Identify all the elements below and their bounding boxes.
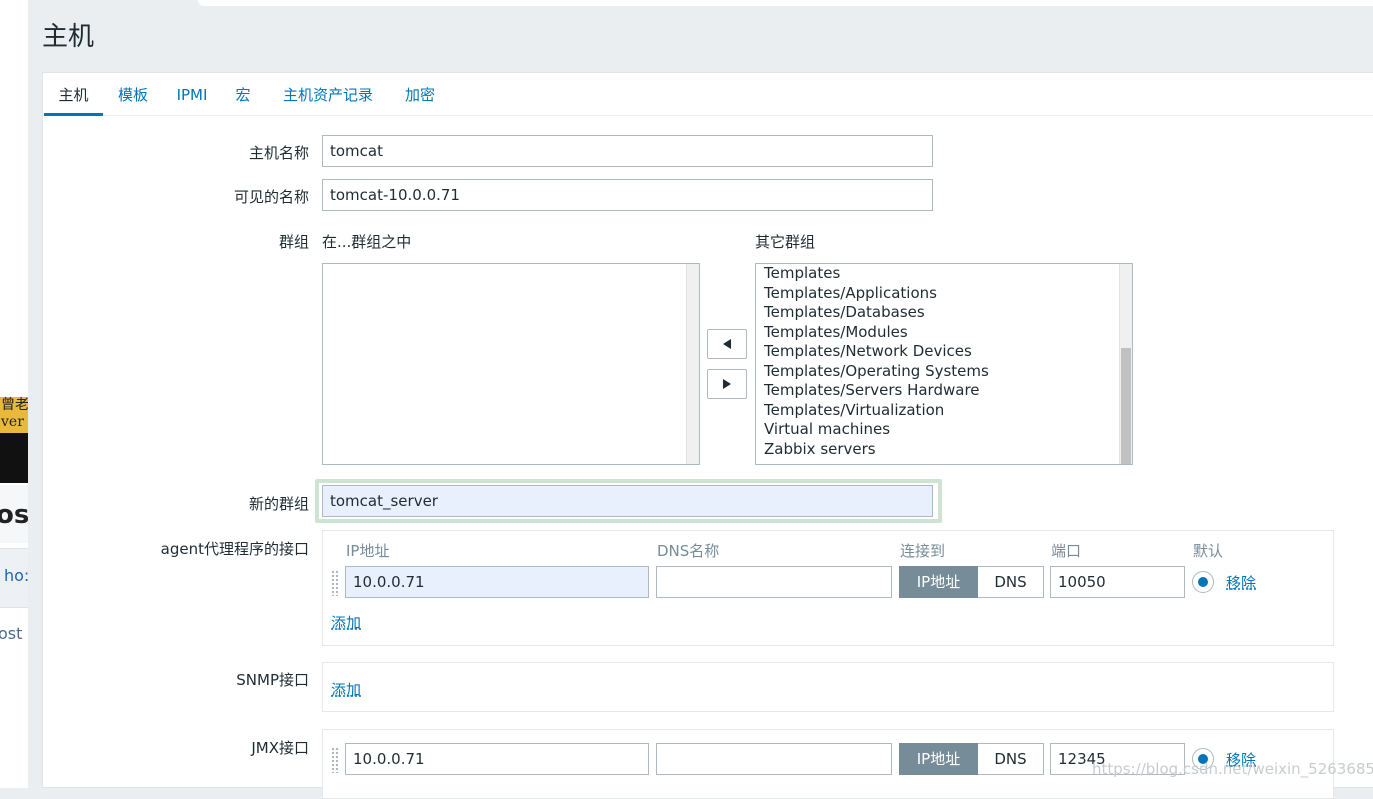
agent-add-link[interactable]: 添加 [331, 612, 361, 633]
banner-text-1: 曾老 [1, 397, 28, 413]
listbox-scrollbar[interactable] [1119, 264, 1132, 464]
page-title: 主机 [42, 22, 95, 52]
drag-handle-icon[interactable] [331, 570, 339, 596]
column-default: 默认 [1193, 542, 1224, 560]
agent-interfaces-label: agent代理程序的接口 [160, 540, 309, 558]
tab-host[interactable]: 主机 [44, 73, 103, 116]
other-groups-label: 其它群组 [755, 233, 816, 251]
banner-text-2: ver / [1, 414, 28, 430]
scrollbar-thumb[interactable] [1121, 348, 1131, 464]
group-option[interactable]: Templates/Network Devices [764, 342, 972, 362]
background-link: ost [0, 624, 23, 643]
group-option[interactable]: Templates [764, 264, 840, 284]
move-right-button[interactable] [707, 369, 747, 399]
jmx-connect-toggle: IP地址 DNS [899, 743, 1044, 775]
host-name-label: 主机名称 [248, 144, 309, 162]
snmp-interfaces-label: SNMP接口 [236, 671, 309, 689]
new-group-input[interactable]: tomcat_server [322, 485, 933, 517]
new-group-label: 新的群组 [248, 495, 309, 513]
jmx-dns-input[interactable] [656, 743, 892, 775]
column-port: 端口 [1051, 542, 1082, 560]
group-option[interactable]: Templates/Databases [764, 303, 925, 323]
groups-label: 群组 [278, 233, 309, 251]
tab-templates[interactable]: 模板 [113, 73, 153, 113]
visible-name-label: 可见的名称 [233, 188, 309, 206]
tab-ipmi[interactable]: IPMI [171, 73, 213, 113]
host-form: 主机 模板 IPMI 宏 主机资产记录 加密 主机名称 tomcat 可见的名称… [42, 72, 1373, 799]
background-link: ho: [4, 566, 28, 585]
snmp-interfaces-panel: 添加 [322, 662, 1334, 712]
agent-port-input[interactable]: 10050 [1050, 566, 1185, 598]
background-heading: os [0, 500, 28, 530]
group-option[interactable]: Zabbix servers [764, 440, 876, 460]
agent-ip-input[interactable]: 10.0.0.71 [345, 566, 649, 598]
visible-name-input[interactable]: tomcat-10.0.0.71 [322, 179, 933, 211]
jmx-interfaces-label: JMX接口 [251, 739, 309, 757]
column-connect: 连接到 [900, 542, 946, 560]
jmx-ip-input[interactable]: 10.0.0.71 [345, 743, 649, 775]
agent-interfaces-panel: IP地址 DNS名称 连接到 端口 默认 10.0.0.71 IP地址 DNS … [322, 530, 1334, 646]
other-groups-listbox[interactable]: Templates Templates/Applications Templat… [755, 263, 1133, 465]
listbox-scrollbar[interactable] [686, 264, 699, 464]
move-left-button[interactable] [707, 329, 747, 359]
background-banner: 曾老 ver / [0, 397, 28, 433]
group-option[interactable]: Templates/Virtualization [764, 401, 944, 421]
arrow-right-icon [723, 379, 731, 389]
group-option[interactable]: Virtual machines [764, 420, 890, 440]
tab-encryption[interactable]: 加密 [401, 73, 439, 113]
background-window-strip: 曾老 ver / os ho: ost [0, 0, 28, 788]
snmp-add-link[interactable]: 添加 [331, 679, 361, 700]
column-ip: IP地址 [346, 542, 390, 560]
column-dns: DNS名称 [657, 542, 720, 560]
connect-dns-button[interactable]: DNS [978, 743, 1044, 775]
tab-macros[interactable]: 宏 [233, 73, 253, 113]
host-name-input[interactable]: tomcat [322, 135, 933, 167]
group-option[interactable]: Templates/Applications [764, 284, 937, 304]
tab-inventory[interactable]: 主机资产记录 [277, 73, 379, 113]
main-area: 主机 主机 模板 IPMI 宏 主机资产记录 加密 主机名称 tomcat 可见… [28, 0, 1373, 799]
top-search-bar [198, 0, 1373, 6]
group-option[interactable]: Templates/Operating Systems [764, 362, 989, 382]
agent-connect-toggle: IP地址 DNS [899, 566, 1044, 598]
agent-dns-input[interactable] [656, 566, 892, 598]
drag-handle-icon[interactable] [331, 747, 339, 773]
in-groups-listbox[interactable] [322, 263, 700, 465]
agent-remove-link[interactable]: 移除 [1226, 572, 1256, 593]
connect-ip-button[interactable]: IP地址 [899, 743, 978, 775]
arrow-left-icon [723, 339, 731, 349]
watermark: https://blog.csdn.net/weixin_52636854 [1092, 760, 1373, 778]
connect-dns-button[interactable]: DNS [978, 566, 1044, 598]
connect-ip-button[interactable]: IP地址 [899, 566, 978, 598]
tab-bar: 主机 模板 IPMI 宏 主机资产记录 加密 [43, 73, 1373, 116]
group-option[interactable]: Templates/Modules [764, 323, 908, 343]
group-option[interactable]: Templates/Servers Hardware [764, 381, 980, 401]
agent-default-radio[interactable] [1192, 571, 1214, 593]
background-dark-block [0, 433, 28, 483]
in-groups-label: 在...群组之中 [322, 233, 412, 251]
